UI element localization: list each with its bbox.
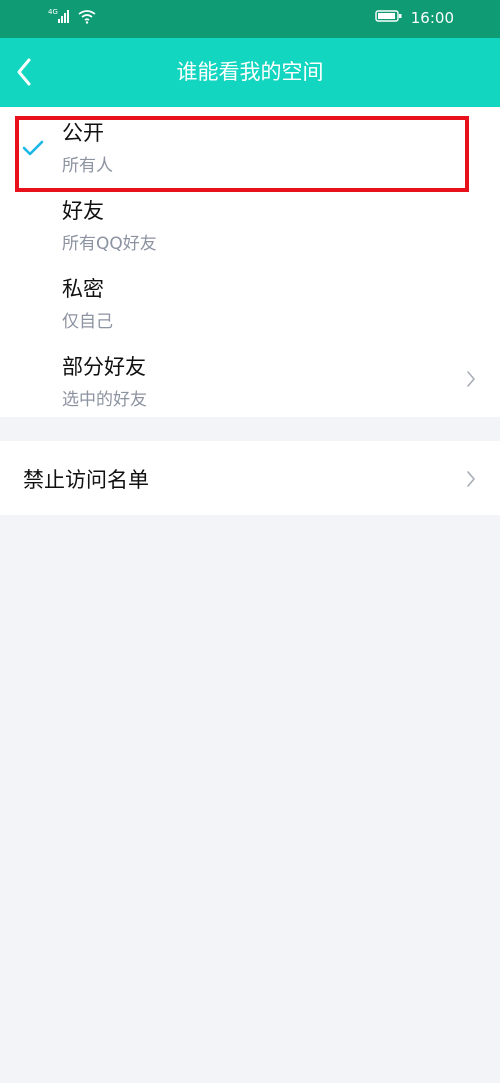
chevron-right-icon: [467, 371, 475, 387]
option-title: 好友: [62, 199, 104, 223]
option-subtitle: 选中的好友: [62, 390, 147, 410]
status-bar: 4G 16:00: [0, 0, 500, 38]
option-some-friends[interactable]: 部分好友 选中的好友: [0, 341, 500, 419]
wifi-icon: [78, 9, 96, 28]
status-left: 4G: [48, 8, 96, 28]
highlight-box: [15, 116, 469, 192]
option-title: 私密: [62, 277, 104, 301]
block-list-label: 禁止访问名单: [23, 468, 149, 492]
page-title: 谁能看我的空间: [176, 60, 324, 84]
signal-icon: 4G: [48, 8, 72, 28]
status-right: 16:00: [375, 9, 454, 27]
option-private[interactable]: 私密 仅自己: [0, 263, 500, 341]
block-list-row[interactable]: 禁止访问名单: [0, 441, 500, 515]
option-subtitle: 仅自己: [62, 312, 113, 332]
option-subtitle: 所有QQ好友: [62, 234, 157, 254]
battery-icon: [375, 9, 403, 27]
nav-bar: 谁能看我的空间: [0, 38, 500, 107]
status-time: 16:00: [410, 9, 454, 27]
chevron-right-icon: [467, 471, 475, 487]
option-friends[interactable]: 好友 所有QQ好友: [0, 185, 500, 263]
option-title: 部分好友: [62, 355, 146, 379]
svg-text:4G: 4G: [48, 8, 58, 16]
